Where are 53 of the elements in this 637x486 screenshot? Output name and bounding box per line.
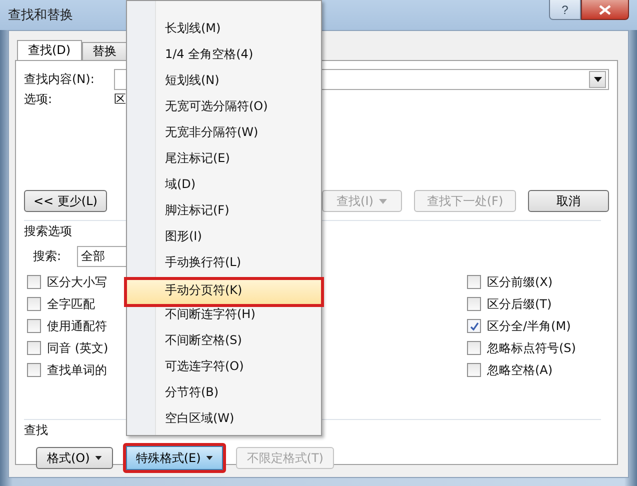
menu-item[interactable]: 可选连字符(O) <box>127 353 321 379</box>
checkbox[interactable] <box>467 319 481 333</box>
menu-item[interactable]: 无宽可选分隔符(O) <box>127 93 321 119</box>
checkbox-label: 区分前缀(X) <box>487 274 553 290</box>
close-button[interactable] <box>581 0 629 20</box>
checkbox-label: 同音 (英文) <box>47 340 108 356</box>
menu-item[interactable]: 无宽非分隔符(W) <box>127 119 321 145</box>
checkbox[interactable] <box>467 297 481 311</box>
checkbox[interactable] <box>467 275 481 289</box>
menu-item[interactable]: 不间断空格(S) <box>127 327 321 353</box>
menu-item[interactable]: 手动换行符(L) <box>127 249 321 275</box>
checkbox[interactable] <box>27 319 41 333</box>
checkbox[interactable] <box>27 363 41 377</box>
dropdown-button[interactable] <box>589 71 606 88</box>
checkbox-label: 全字匹配 <box>47 296 95 312</box>
checkbox-label: 区分后缀(T) <box>487 296 552 312</box>
checkbox-label: 忽略标点符号(S) <box>487 340 576 356</box>
checkbox-label: 区分大小写 <box>47 274 107 290</box>
menu-item[interactable]: 尾注标记(E) <box>127 145 321 171</box>
format-button[interactable]: 格式(O) <box>36 447 113 469</box>
search-label: 搜索: <box>33 248 62 265</box>
help-button[interactable]: ? <box>549 0 581 20</box>
checkbox[interactable] <box>27 297 41 311</box>
field-label: 查找内容(N): <box>24 71 96 88</box>
checkbox[interactable] <box>27 341 41 355</box>
caret-icon <box>594 77 602 82</box>
options-value: 区 <box>114 90 126 108</box>
checkbox-label: 使用通配符 <box>47 318 107 334</box>
menu-item[interactable]: 1/4 全角空格(4) <box>127 41 321 67</box>
checkbox[interactable] <box>467 341 481 355</box>
tab[interactable]: 查找(D) <box>17 40 82 60</box>
menu-item[interactable]: 图形(I) <box>127 223 321 249</box>
window-title: 查找和替换 <box>8 7 73 24</box>
checkbox-label: 忽略空格(A) <box>487 362 553 378</box>
checkbox-label: 区分全/半角(M) <box>487 318 571 334</box>
menu-item[interactable]: 空白区域(W) <box>127 405 321 431</box>
menu-item[interactable]: 域(D) <box>127 171 321 197</box>
checkbox[interactable] <box>27 275 41 289</box>
format-button[interactable]: 特殊格式(E) <box>122 443 226 473</box>
menu-item[interactable]: 手动分页符(K) <box>124 277 324 307</box>
menu-item[interactable]: 短划线(N) <box>127 67 321 93</box>
checkbox[interactable] <box>467 363 481 377</box>
dialog-button[interactable]: << 更少(L) <box>24 190 107 212</box>
menu-item[interactable]: 脚注标记(F) <box>127 197 321 223</box>
dialog-button[interactable]: 取消 <box>528 190 609 212</box>
section-title: 搜索选项 <box>24 224 72 238</box>
menu-item[interactable]: 长划线(M) <box>127 15 321 41</box>
tab[interactable]: 替换 <box>82 42 128 60</box>
options-label: 选项: <box>24 90 54 108</box>
checkbox-label: 查找单词的 <box>47 362 107 378</box>
menu-item[interactable]: 分节符(B) <box>127 379 321 405</box>
close-icon <box>599 4 611 14</box>
section-title: 查找 <box>24 423 48 437</box>
